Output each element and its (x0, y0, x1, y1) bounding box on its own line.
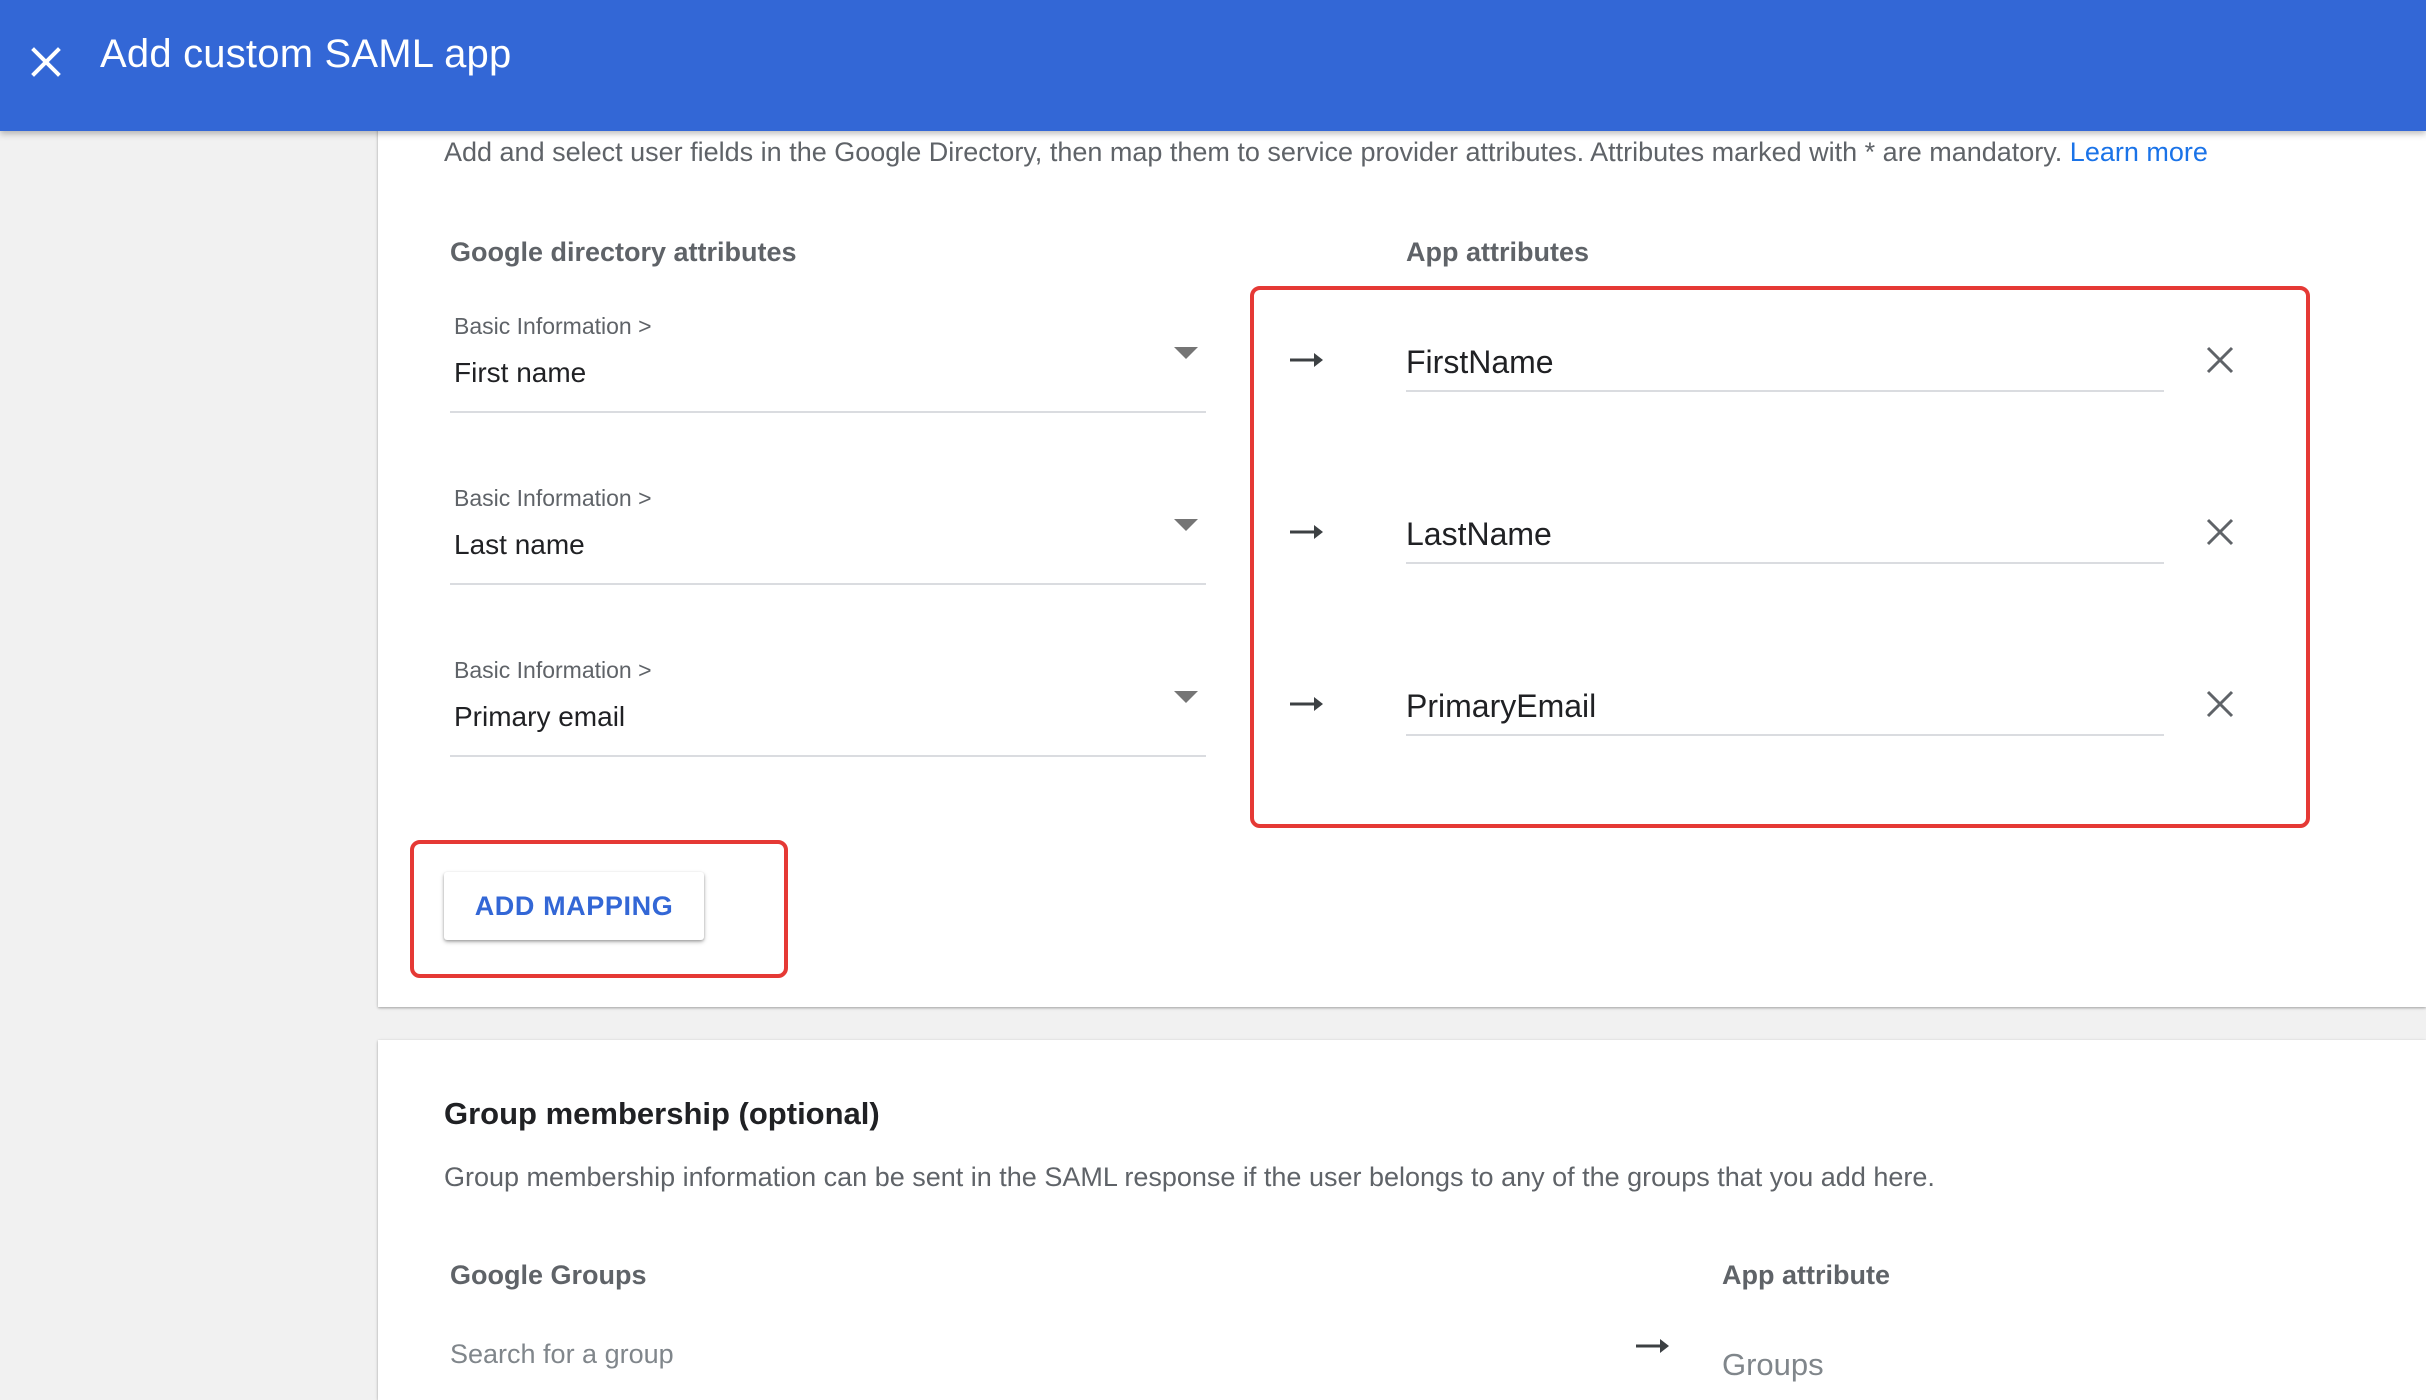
directory-attribute-select[interactable]: Basic Information > Last name (450, 485, 1206, 585)
directory-attributes-header: Google directory attributes (450, 237, 797, 267)
remove-mapping-button[interactable] (2200, 340, 2240, 380)
learn-more-link[interactable]: Learn more (2070, 137, 2208, 167)
app-attribute-input[interactable] (1406, 678, 2164, 734)
app-attribute-field[interactable] (1406, 678, 2164, 736)
group-search-field[interactable] (450, 1326, 1570, 1382)
arrow-right-icon (1290, 353, 1323, 367)
close-button[interactable] (14, 30, 78, 94)
close-icon (31, 47, 61, 77)
attribute-category: Basic Information > (454, 313, 652, 339)
remove-mapping-button[interactable] (2200, 684, 2240, 724)
attribute-category: Basic Information > (454, 657, 652, 683)
attribute-value: Primary email (454, 701, 626, 732)
app-header: Add custom SAML app (0, 0, 2426, 131)
directory-attribute-select[interactable]: Basic Information > Primary email (450, 657, 1206, 757)
close-icon (2206, 518, 2234, 546)
dropdown-caret-icon (1174, 691, 1198, 703)
dropdown-caret-icon (1174, 519, 1198, 531)
group-app-attribute-input[interactable] (1722, 1340, 2222, 1390)
remove-mapping-button[interactable] (2200, 512, 2240, 552)
close-icon (2206, 690, 2234, 718)
close-icon (2206, 346, 2234, 374)
arrow-right-icon (1636, 1339, 1669, 1353)
attribute-category: Basic Information > (454, 485, 652, 511)
arrow-right-icon (1290, 525, 1323, 539)
attribute-mapping-intro: Add and select user fields in the Google… (444, 137, 2208, 168)
intro-text: Add and select user fields in the Google… (444, 137, 2063, 167)
app-attribute-header: App attribute (1722, 1260, 1890, 1290)
add-mapping-button[interactable]: ADD MAPPING (444, 872, 704, 940)
arrow-right-icon (1290, 697, 1323, 711)
attribute-value: First name (454, 357, 587, 388)
group-search-input[interactable] (450, 1326, 1570, 1382)
directory-attribute-select[interactable]: Basic Information > First name (450, 313, 1206, 413)
dropdown-caret-icon (1174, 347, 1198, 359)
app-attribute-input[interactable] (1406, 506, 2164, 562)
app-attribute-field[interactable] (1406, 506, 2164, 564)
group-membership-description: Group membership information can be sent… (444, 1162, 1935, 1192)
page-title: Add custom SAML app (100, 32, 512, 76)
app-attribute-input[interactable] (1406, 334, 2164, 390)
group-app-attribute-field[interactable] (1722, 1340, 2222, 1390)
group-membership-title: Group membership (optional) (444, 1096, 880, 1131)
attribute-value: Last name (454, 529, 585, 560)
app-attribute-field[interactable] (1406, 334, 2164, 392)
google-groups-header: Google Groups (450, 1260, 647, 1290)
app-attributes-header: App attributes (1406, 237, 1590, 267)
